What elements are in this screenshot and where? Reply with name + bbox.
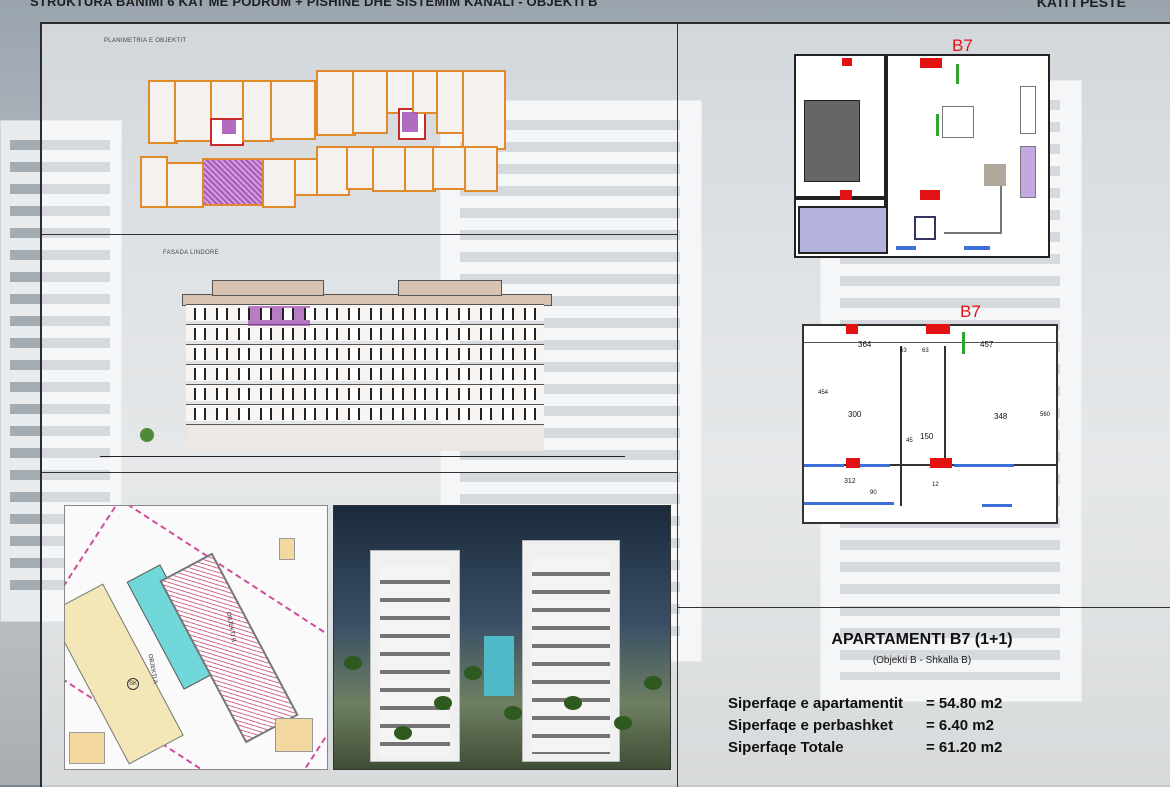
unit-label-top: B7 [952,36,973,55]
apartment-subtitle: (Objekti B - Shkalla B) [872,655,972,666]
document-title: STRUKTURA BANIMI 6 KAT ME PODRUM + PISHI… [30,0,598,9]
apartment-dimension-plan: 364 457 63 63 454 300 348 560 150 45 312… [802,324,1058,524]
area-label-total: Siperfaqe Totale [728,739,844,756]
dim-312: 312 [844,478,856,485]
dim-560: 560 [1040,412,1051,418]
divider-facade-site [42,472,677,473]
area-value-total: = 61.20 m2 [926,739,1003,756]
apartment-info-panel: APARTAMENTI B7 (1+1) (Objekti B - Shkall… [676,608,1168,785]
site-plan: OBJEKTI A OBJEKTI B SK [64,505,328,770]
dim-454: 454 [818,390,829,396]
dim-90: 90 [870,490,877,496]
dim-63-b: 63 [922,348,929,354]
apartment-title: APARTAMENTI B7 (1+1) [831,631,1013,648]
facade-panel-label: FASADA LINDORE [163,250,219,256]
header-bar: STRUKTURA BANIMI 6 KAT ME PODRUM + PISHI… [0,0,1170,22]
dim-12: 12 [932,482,939,488]
dim-45: 45 [906,438,913,444]
dim-300: 300 [848,410,862,419]
dim-150: 150 [920,432,934,441]
plan-panel-label: PLANIMETRIA E OBJEKTIT [104,38,187,44]
area-value-apartment: = 54.80 m2 [926,695,1003,712]
dim-348: 348 [994,412,1008,421]
dim-63-a: 63 [900,348,907,354]
site-marker: SK [127,678,139,690]
apartment-furnished-plan [794,54,1050,258]
floor-label: KATI I PESTE [1036,0,1126,10]
dim-457: 457 [980,340,994,349]
dim-364: 364 [858,340,872,349]
area-label-apartment: Siperfaqe e apartamentit [728,695,904,712]
divider-plan-facade [42,234,677,235]
area-value-common: = 6.40 m2 [926,717,994,734]
building-render-photo [333,505,671,770]
area-label-common: Siperfaqe e perbashket [728,717,894,734]
unit-label-bottom: B7 [960,302,981,321]
